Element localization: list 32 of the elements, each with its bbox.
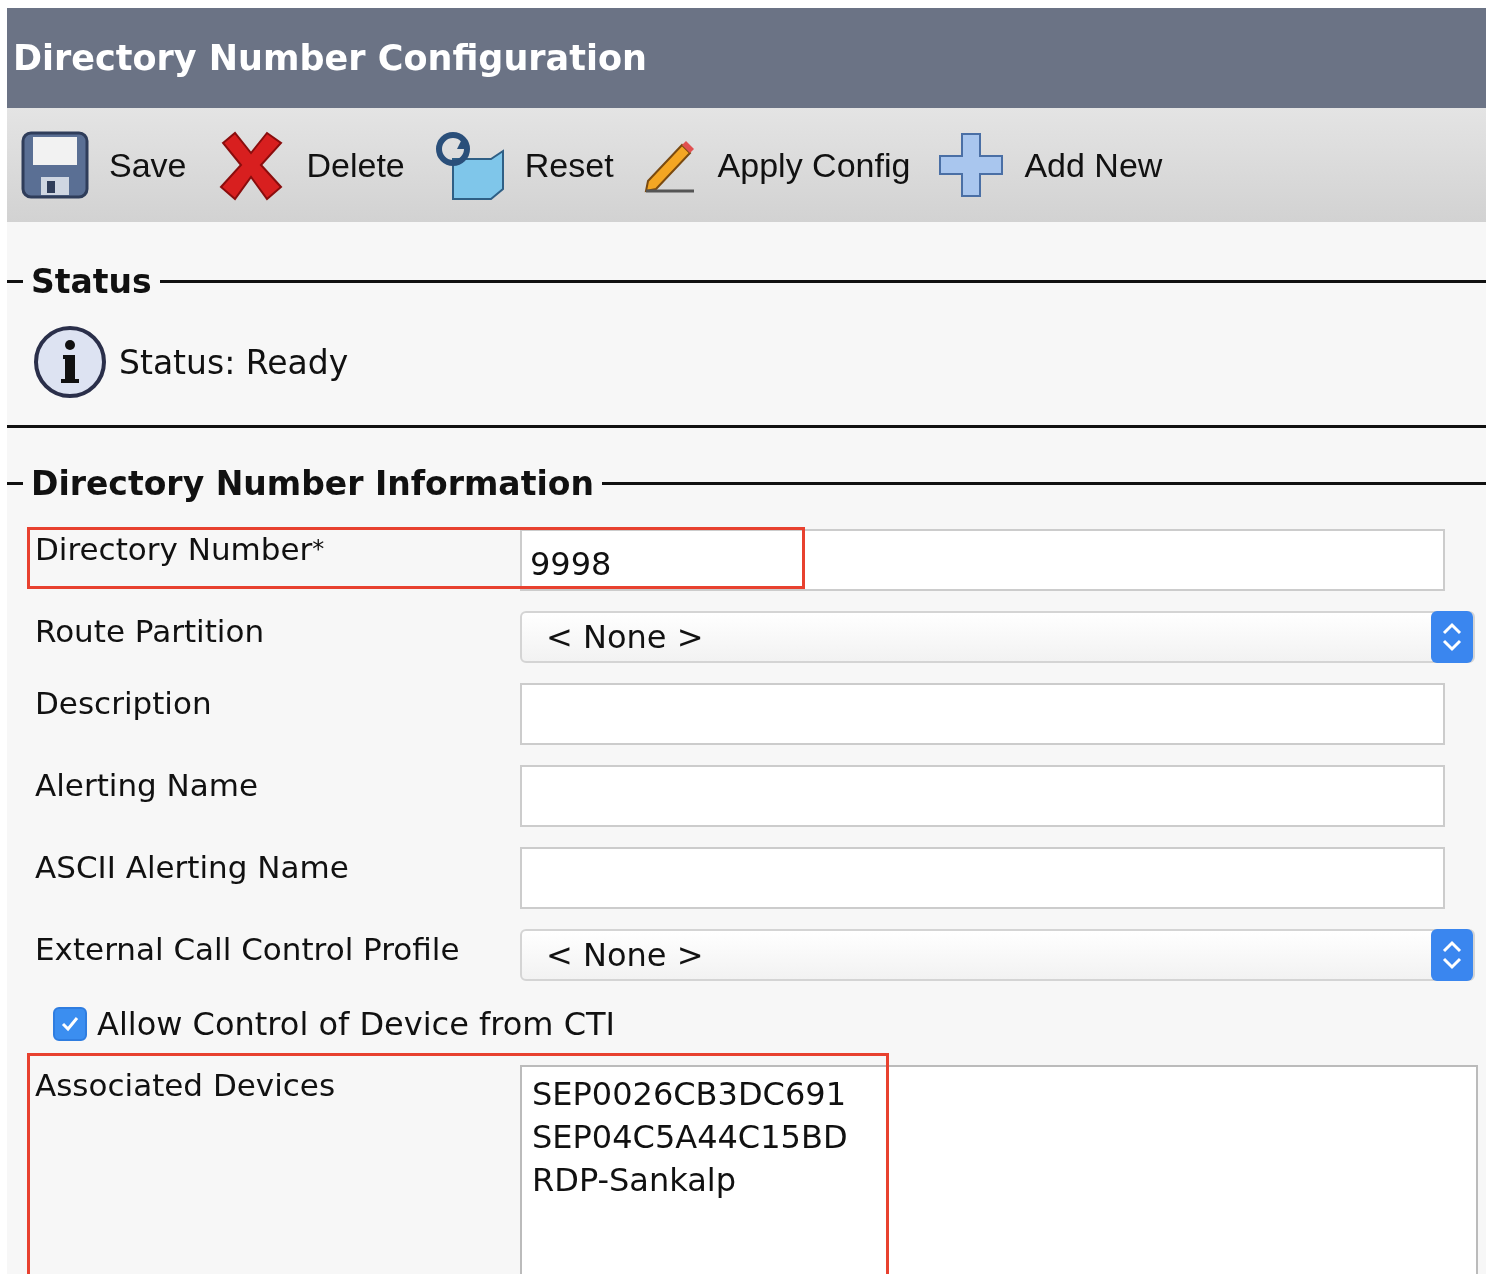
section-heading: Status — [31, 262, 152, 301]
list-item[interactable]: RDP-Sankalp — [532, 1159, 1466, 1202]
checkbox-label: Allow Control of Device from CTI — [97, 1005, 616, 1043]
field-label: Alerting Name — [34, 766, 260, 805]
list-item[interactable]: SEP04C5A44C15BD — [532, 1116, 1466, 1159]
field-label: Description — [34, 684, 213, 723]
toolbar-button[interactable]: Delete — [214, 129, 423, 201]
field-label: ASCII Alerting Name — [34, 848, 350, 887]
text-field[interactable]: 9998 — [520, 529, 1445, 591]
checkbox[interactable] — [53, 1007, 87, 1041]
toolbar-button[interactable]: Add New — [938, 132, 1181, 198]
toolbar-button[interactable]: Apply Config — [641, 137, 929, 193]
field-label: Associated Devices — [34, 1066, 337, 1105]
toolbar-button[interactable]: Reset — [432, 129, 632, 201]
list-box[interactable]: SEP0026CB3DC691 SEP04C5A44C15BD RDP-Sankalp — [520, 1065, 1478, 1274]
text-field[interactable] — [520, 847, 1445, 909]
info-icon — [33, 325, 107, 399]
field-label: Directory Number* — [34, 530, 326, 569]
stepper-arrows-icon — [1431, 611, 1473, 663]
plus-icon — [938, 132, 1005, 198]
status-message: Status: Ready — [119, 342, 349, 382]
field-label: Route Partition — [34, 612, 266, 651]
text-field[interactable] — [520, 683, 1445, 745]
window-title: Directory Number Configuration — [7, 8, 1486, 108]
stepper-arrows-icon — [1431, 929, 1473, 981]
section-heading: Directory Number Information — [31, 464, 594, 503]
list-item[interactable]: SEP0026CB3DC691 — [532, 1073, 1466, 1116]
toolbar-button[interactable]: Save — [21, 131, 205, 199]
text-field[interactable] — [520, 765, 1445, 827]
field-label: External Call Control Profile — [34, 930, 461, 969]
dropdown[interactable]: < None > — [520, 611, 1475, 663]
dropdown[interactable]: < None > — [520, 929, 1475, 981]
